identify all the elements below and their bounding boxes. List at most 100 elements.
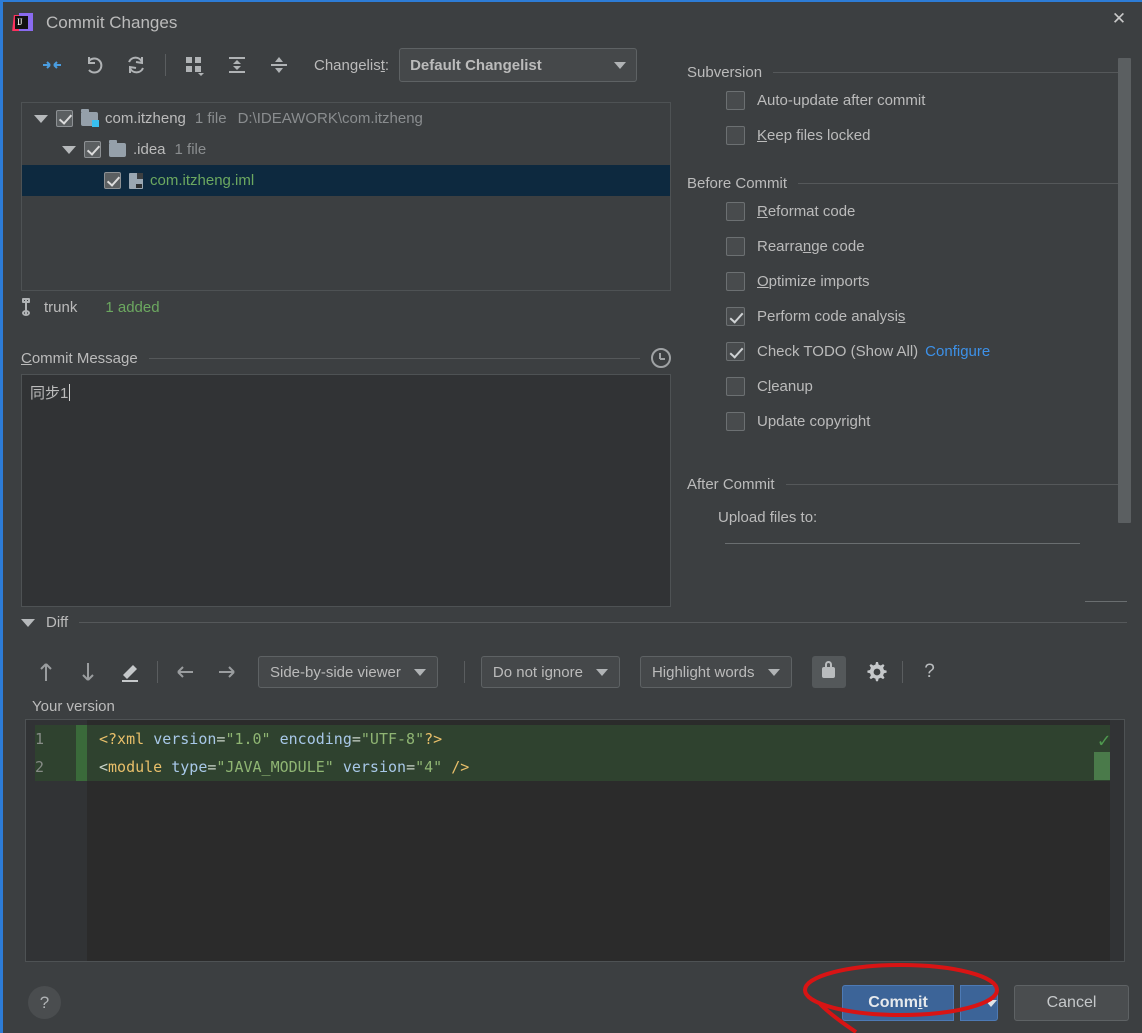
checkbox[interactable] <box>726 377 745 396</box>
commit-message-input[interactable]: 同步1 <box>21 374 671 607</box>
option-label: Cleanup <box>757 378 813 395</box>
row-checkbox[interactable] <box>84 141 101 158</box>
chevron-down-icon <box>768 669 780 676</box>
commit-message-header: Commit Message <box>21 348 671 368</box>
toolbar-divider <box>902 661 903 683</box>
chevron-down-icon <box>985 1000 997 1007</box>
table-row[interactable]: .idea 1 file <box>22 134 670 165</box>
commit-message-label: Commit Message <box>21 350 138 367</box>
before-commit-section-header: Before Commit <box>687 175 1127 192</box>
checkbox[interactable] <box>726 91 745 110</box>
highlight-mode-dropdown[interactable]: Highlight words <box>640 656 792 688</box>
changelist-dropdown[interactable]: Default Changelist <box>399 48 637 82</box>
undo-icon[interactable] <box>73 50 115 80</box>
arrow-left-icon[interactable] <box>164 656 206 688</box>
tree-item-name: com.itzheng.iml <box>150 172 254 189</box>
group-by-icon[interactable] <box>174 50 216 80</box>
code-line: <?xml version="1.0" encoding="UTF-8"?> <box>87 725 1124 753</box>
commit-dropdown-button[interactable] <box>960 985 998 1021</box>
expand-all-icon[interactable] <box>216 50 258 80</box>
diff-overview-bar[interactable] <box>1110 720 1124 961</box>
close-icon[interactable]: ✕ <box>1096 2 1142 36</box>
tree-item-meta: 1 file <box>195 110 227 127</box>
chevron-down-icon <box>596 669 608 676</box>
checkbox[interactable] <box>726 202 745 221</box>
arrow-right-icon[interactable] <box>206 656 248 688</box>
upload-files-label: Upload files to: <box>687 509 1127 526</box>
chevron-down-icon[interactable] <box>62 146 76 154</box>
changed-files-tree[interactable]: com.itzheng 1 file D:\IDEAWORK\com.itzhe… <box>21 102 671 291</box>
commit-message-value: 同步1 <box>30 385 68 402</box>
diff-viewer[interactable]: 1 2 <?xml version="1.0" encoding="UTF-8"… <box>25 719 1125 962</box>
tree-item-meta: 1 file <box>175 141 207 158</box>
option-reformat-code[interactable]: Reformat code <box>687 194 1127 229</box>
commit-options-panel: Subversion Auto-update after commit Keep… <box>687 64 1127 619</box>
chevron-down-icon <box>414 669 426 676</box>
row-checkbox[interactable] <box>104 172 121 189</box>
divider <box>786 484 1127 485</box>
option-keep-files-locked[interactable]: Keep files locked <box>687 118 1127 153</box>
change-marker-gutter <box>76 720 87 961</box>
upload-files-input[interactable] <box>725 542 1080 544</box>
row-checkbox[interactable] <box>56 110 73 127</box>
lock-icon[interactable] <box>812 656 846 688</box>
option-perform-code-analysis[interactable]: Perform code analysis <box>687 299 1127 334</box>
commit-button[interactable]: Commit <box>842 985 954 1021</box>
diff-ok-icon: ✓ <box>1098 728 1110 752</box>
iml-file-icon <box>129 173 143 189</box>
ignore-mode-dropdown[interactable]: Do not ignore <box>481 656 620 688</box>
checkbox[interactable] <box>726 342 745 361</box>
option-cleanup[interactable]: Cleanup <box>687 369 1127 404</box>
section-title: Subversion <box>687 64 762 81</box>
refresh-icon[interactable] <box>115 50 157 80</box>
option-label: Rearrange code <box>757 238 865 255</box>
option-check-todo[interactable]: Check TODO (Show All) Configure <box>687 334 1127 369</box>
option-optimize-imports[interactable]: Optimize imports <box>687 264 1127 299</box>
table-row[interactable]: com.itzheng 1 file D:\IDEAWORK\com.itzhe… <box>22 103 670 134</box>
title-bar: IJ Commit Changes ✕ <box>3 2 1142 44</box>
section-title: Diff <box>46 614 68 631</box>
checkbox[interactable] <box>726 412 745 431</box>
intellij-idea-logo: IJ <box>13 13 33 33</box>
divider <box>773 72 1127 73</box>
configure-link[interactable]: Configure <box>925 343 990 360</box>
option-label: Keep files locked <box>757 127 870 144</box>
option-rearrange-code[interactable]: Rearrange code <box>687 229 1127 264</box>
option-update-copyright[interactable]: Update copyright <box>687 404 1127 439</box>
ignore-mode-value: Do not ignore <box>493 664 583 681</box>
collapse-all-icon[interactable] <box>258 50 300 80</box>
pencil-icon[interactable] <box>109 656 151 688</box>
gear-icon[interactable] <box>856 656 898 688</box>
checkbox[interactable] <box>726 126 745 145</box>
text-caret <box>69 384 70 401</box>
checkbox[interactable] <box>726 307 745 326</box>
chevron-down-icon[interactable] <box>21 619 35 627</box>
option-label: Reformat code <box>757 203 855 220</box>
branch-name: trunk <box>44 299 77 316</box>
clock-icon[interactable] <box>651 348 671 368</box>
code-line: <module type="JAVA_MODULE" version="4" /… <box>87 753 1124 781</box>
diff-change-marker <box>1094 752 1110 780</box>
arrow-up-icon[interactable] <box>25 656 67 688</box>
divider <box>79 622 1127 623</box>
highlight-mode-value: Highlight words <box>652 664 755 681</box>
option-label: Update copyright <box>757 413 870 430</box>
window-title: Commit Changes <box>46 13 177 33</box>
arrow-down-icon[interactable] <box>67 656 109 688</box>
help-button[interactable]: ? <box>28 986 61 1019</box>
chevron-down-icon[interactable] <box>34 115 48 123</box>
viewer-mode-dropdown[interactable]: Side-by-side viewer <box>258 656 438 688</box>
cancel-button[interactable]: Cancel <box>1014 985 1129 1021</box>
checkbox[interactable] <box>726 237 745 256</box>
collapse-to-center-icon[interactable] <box>31 50 73 80</box>
diff-section-header[interactable]: Diff <box>21 614 1127 631</box>
upload-browse-button[interactable] <box>1085 599 1127 602</box>
code-content[interactable]: <?xml version="1.0" encoding="UTF-8"?> <… <box>87 720 1124 961</box>
diff-pane-title: Your version <box>25 694 1125 718</box>
options-scrollbar-thumb[interactable] <box>1118 58 1131 523</box>
question-mark-icon[interactable]: ? <box>909 656 951 688</box>
divider <box>149 358 640 359</box>
option-auto-update-after-commit[interactable]: Auto-update after commit <box>687 83 1127 118</box>
checkbox[interactable] <box>726 272 745 291</box>
table-row[interactable]: com.itzheng.iml <box>22 165 670 196</box>
